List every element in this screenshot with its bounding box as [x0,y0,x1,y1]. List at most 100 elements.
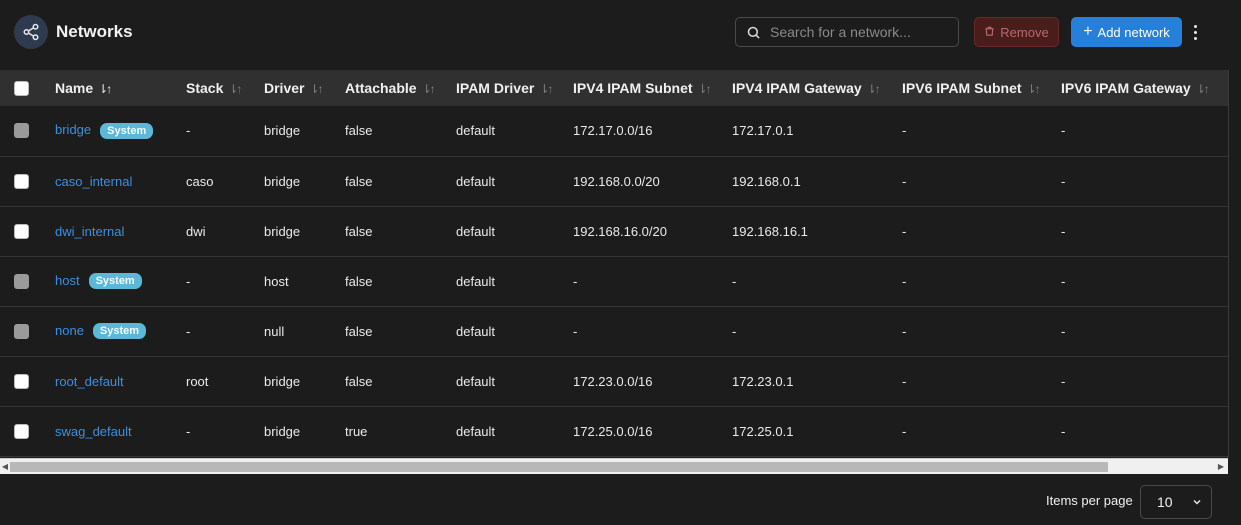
table-right-border [1228,70,1229,458]
networks-table: Name ⇂↑ Stack ⇂↑ Driver ⇂↑ Attachable ⇂↑ IPA… [0,70,1228,458]
sort-icon: ⇂↑ [1195,82,1210,96]
ipv4-gateway-cell: - [720,306,890,357]
column-header-ipv4-gateway[interactable]: IPV4 IPAM Gateway ⇂↑ [720,70,890,106]
scroll-right-icon[interactable]: ▶ [1216,459,1226,474]
sort-icon: ⇂↑ [98,82,112,96]
row-select-cell [0,306,43,357]
add-label: Add network [1097,24,1170,40]
driver-cell: null [253,306,333,357]
stack-cell: caso [175,156,253,207]
ipv6-subnet-cell: - [890,356,1049,407]
stack-cell: root [175,356,253,407]
ipv4-gateway-cell: 192.168.16.1 [720,206,890,257]
ipv6-gateway-cell: - [1049,206,1228,257]
attachable-cell: false [333,356,444,407]
network-name-link[interactable]: swag_default [55,424,132,439]
attachable-cell: false [333,306,444,357]
ipv4-subnet-cell: 172.23.0.0/16 [561,356,720,407]
ipv6-gateway-cell: - [1049,306,1228,357]
network-name-cell: root_default [43,356,175,407]
remove-label: Remove [1000,24,1049,40]
ipv4-subnet-cell: 172.17.0.0/16 [561,106,720,157]
ipv4-gateway-cell: 172.25.0.1 [720,406,890,457]
ipv6-gateway-cell: - [1049,406,1228,457]
network-name-link[interactable]: root_default [55,374,124,389]
system-badge: System [100,123,154,140]
row-select-cell [0,206,43,257]
page-title: Networks [56,22,133,41]
system-badge: System [92,323,147,340]
column-header-stack[interactable]: Stack ⇂↑ [175,70,253,106]
sort-icon: ⇂↑ [866,82,881,96]
table-row[interactable]: root_default root bridge false default 172.23… [0,356,1228,407]
row-checkbox[interactable] [14,373,29,389]
ipv6-gateway-cell: - [1049,256,1228,307]
stack-cell: - [175,256,253,307]
network-name-link[interactable]: dwi_internal [55,224,124,239]
column-header-attachable[interactable]: Attachable ⇂↑ [333,70,444,106]
network-name-link[interactable]: host [55,273,80,288]
network-name-cell: host System [43,256,175,307]
table-row[interactable]: host System - host false default - - - - [0,256,1228,307]
ipv6-gateway-cell: - [1049,356,1228,407]
row-checkbox[interactable] [14,223,29,239]
sort-icon: ⇂↑ [697,82,712,96]
ipv4-subnet-cell: - [561,306,720,357]
search-box[interactable] [735,17,959,47]
plus-icon: + [1083,23,1093,40]
table-row[interactable]: swag_default - bridge true default 172.25.0.0… [0,406,1228,457]
column-header-ipv4-subnet[interactable]: IPV4 IPAM Subnet ⇂↑ [561,70,720,106]
row-checkbox[interactable] [14,173,29,189]
attachable-cell: false [333,106,444,157]
network-name-link[interactable]: none [55,323,84,338]
sort-icon: ⇂↑ [421,82,436,96]
items-per-page-select[interactable]: 10 [1140,485,1212,519]
ipv6-subnet-cell: - [890,206,1049,257]
table-row[interactable]: none System - null false default - - - - [0,306,1228,357]
add-network-button[interactable]: + Add network [1071,17,1182,47]
system-badge: System [88,273,142,290]
ipam-driver-cell: default [444,356,561,407]
ipv4-subnet-cell: - [561,256,720,307]
network-name-link[interactable]: caso_internal [55,174,132,189]
select-all-cell [0,70,43,106]
column-header-ipam-driver[interactable]: IPAM Driver ⇂↑ [444,70,561,106]
ipv6-subnet-cell: - [890,156,1049,207]
more-options-icon[interactable] [1188,20,1202,44]
scrollbar-thumb[interactable] [10,462,1108,472]
table-row[interactable]: bridge System - bridge false default 172.17.0.… [0,106,1228,157]
column-header-name[interactable]: Name ⇂↑ [43,70,175,106]
ipv4-subnet-cell: 192.168.0.0/20 [561,156,720,207]
row-select-cell [0,256,43,307]
attachable-cell: true [333,406,444,457]
row-checkbox [14,323,29,339]
column-header-ipv6-gateway[interactable]: IPV6 IPAM Gateway ⇂↑ [1049,70,1228,106]
search-input[interactable] [770,24,950,40]
row-checkbox[interactable] [14,423,29,439]
ipv4-subnet-cell: 172.25.0.0/16 [561,406,720,457]
ipv6-subnet-cell: - [890,256,1049,307]
items-per-page-value: 10 [1157,494,1173,510]
driver-cell: host [253,256,333,307]
column-header-driver[interactable]: Driver ⇂↑ [253,70,333,106]
select-all-checkbox[interactable] [14,80,29,96]
ipv6-subnet-cell: - [890,106,1049,157]
network-name-cell: none System [43,306,175,357]
ipam-driver-cell: default [444,106,561,157]
row-checkbox [14,273,29,289]
sort-icon: ⇂↑ [309,82,323,96]
driver-cell: bridge [253,106,333,157]
attachable-cell: false [333,206,444,257]
sort-icon: ⇂↑ [1026,82,1041,96]
horizontal-scrollbar[interactable]: ◀ ▶ [0,458,1228,474]
row-select-cell [0,356,43,407]
ipv4-gateway-cell: 172.23.0.1 [720,356,890,407]
items-per-page-label: Items per page [1046,493,1133,508]
scroll-left-icon[interactable]: ◀ [0,459,10,474]
table-row[interactable]: dwi_internal dwi bridge false default 192.168… [0,206,1228,257]
network-name-link[interactable]: bridge [55,122,91,137]
remove-button[interactable]: Remove [974,17,1059,47]
page-header: Networks Remove + Add network [0,0,1241,66]
table-row[interactable]: caso_internal caso bridge false default 192.1… [0,156,1228,207]
column-header-ipv6-subnet[interactable]: IPV6 IPAM Subnet ⇂↑ [890,70,1049,106]
